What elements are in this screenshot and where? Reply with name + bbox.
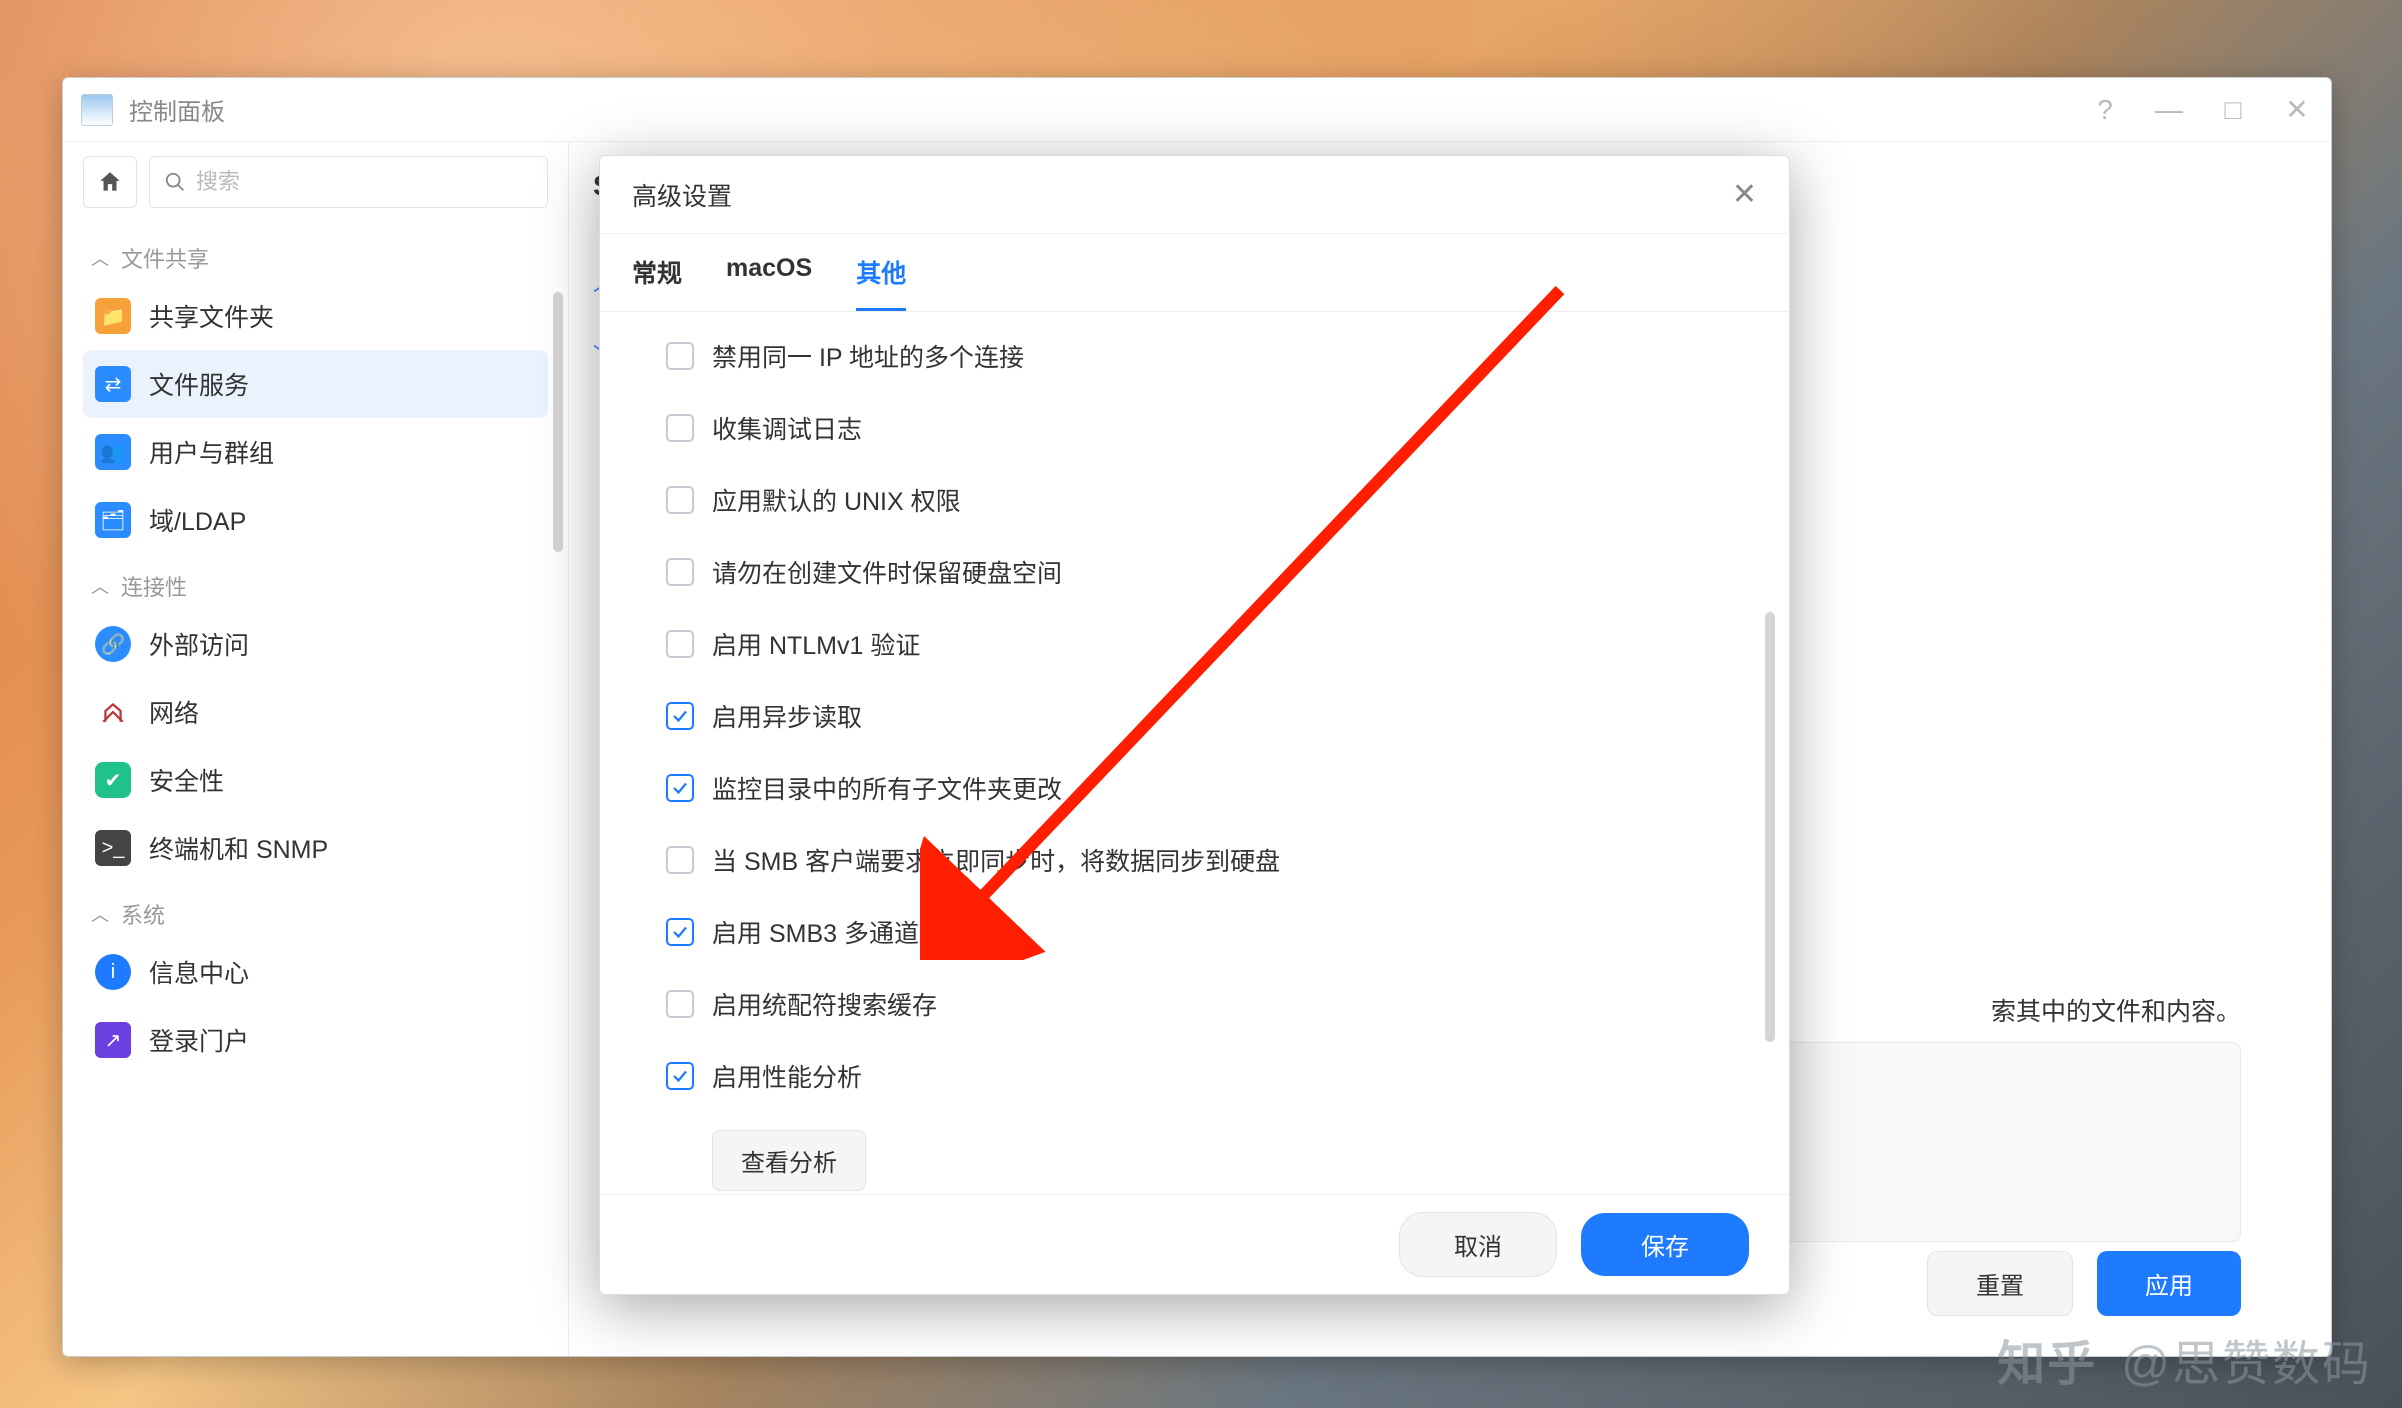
info-icon: i bbox=[95, 954, 131, 990]
option-row[interactable]: 应用默认的 UNIX 权限 bbox=[666, 482, 1749, 518]
sidebar-item-security[interactable]: ✔安全性 bbox=[83, 746, 548, 814]
close-icon[interactable]: ✕ bbox=[2281, 96, 2313, 124]
sidebar-item-terminal-snmp[interactable]: >_终端机和 SNMP bbox=[83, 814, 548, 882]
search-input-wrap[interactable] bbox=[149, 156, 548, 208]
shield-icon: ✔ bbox=[95, 762, 131, 798]
checkbox[interactable] bbox=[666, 1062, 694, 1090]
domain-icon: 🗂 bbox=[95, 502, 131, 538]
save-button[interactable]: 保存 bbox=[1581, 1213, 1749, 1276]
sidebar-item-shared-folder[interactable]: 📁共享文件夹 bbox=[83, 282, 548, 350]
option-label: 启用性能分析 bbox=[712, 1058, 862, 1094]
option-row[interactable]: 启用 NTLMv1 验证 bbox=[666, 626, 1749, 662]
option-label: 启用异步读取 bbox=[712, 698, 862, 734]
sidebar-item-info-center[interactable]: i信息中心 bbox=[83, 938, 548, 1006]
option-row[interactable]: 启用 SMB3 多通道 bbox=[666, 914, 1749, 950]
chevron-up-icon: ︿ bbox=[91, 573, 109, 599]
sidebar: ︿文件共享 📁共享文件夹 ⇄文件服务 👥用户与群组 🗂域/LDAP ︿连接性 🔗… bbox=[63, 142, 569, 1356]
option-row[interactable]: 启用性能分析 bbox=[666, 1058, 1749, 1094]
option-label: 请勿在创建文件时保留硬盘空间 bbox=[712, 554, 1062, 590]
sidebar-item-file-services[interactable]: ⇄文件服务 bbox=[83, 350, 548, 418]
option-label: 启用 SMB3 多通道 bbox=[712, 914, 919, 950]
sidebar-scrollbar[interactable] bbox=[553, 292, 563, 552]
option-row[interactable]: 收集调试日志 bbox=[666, 410, 1749, 446]
sidebar-group-system[interactable]: ︿系统 bbox=[83, 882, 548, 938]
terminal-icon: >_ bbox=[95, 830, 131, 866]
modal-title: 高级设置 bbox=[632, 177, 732, 213]
reset-button[interactable]: 重置 bbox=[1927, 1251, 2073, 1316]
search-icon bbox=[164, 171, 186, 193]
option-label: 启用 NTLMv1 验证 bbox=[712, 626, 920, 662]
option-row[interactable]: 启用异步读取 bbox=[666, 698, 1749, 734]
option-row[interactable]: 禁用同一 IP 地址的多个连接 bbox=[666, 338, 1749, 374]
checkbox[interactable] bbox=[666, 486, 694, 514]
file-services-icon: ⇄ bbox=[95, 366, 131, 402]
option-row[interactable]: 当 SMB 客户端要求立即同步时，将数据同步到硬盘 bbox=[666, 842, 1749, 878]
checkbox[interactable] bbox=[666, 918, 694, 946]
titlebar: 控制面板 ? — □ ✕ bbox=[63, 78, 2331, 142]
maximize-icon[interactable]: □ bbox=[2217, 96, 2249, 124]
modal-close-icon[interactable]: ✕ bbox=[1732, 177, 1757, 212]
checkbox[interactable] bbox=[666, 414, 694, 442]
checkbox[interactable] bbox=[666, 774, 694, 802]
tab-other[interactable]: 其他 bbox=[856, 254, 906, 311]
minimize-icon[interactable]: — bbox=[2153, 96, 2185, 124]
view-analysis-button[interactable]: 查看分析 bbox=[712, 1130, 866, 1191]
home-button[interactable] bbox=[83, 156, 137, 208]
apply-button[interactable]: 应用 bbox=[2097, 1251, 2241, 1316]
search-input[interactable] bbox=[196, 169, 533, 195]
option-label: 监控目录中的所有子文件夹更改 bbox=[712, 770, 1062, 806]
checkbox[interactable] bbox=[666, 846, 694, 874]
network-icon bbox=[95, 694, 131, 730]
checkbox[interactable] bbox=[666, 558, 694, 586]
option-row[interactable]: 启用统配符搜索缓存 bbox=[666, 986, 1749, 1022]
sidebar-item-network[interactable]: 网络 bbox=[83, 678, 548, 746]
watermark-author: @思赞数码 bbox=[2121, 1324, 2372, 1394]
sidebar-item-users-groups[interactable]: 👥用户与群组 bbox=[83, 418, 548, 486]
advanced-settings-modal: 高级设置 ✕ 常规 macOS 其他 禁用同一 IP 地址的多个连接收集调试日志… bbox=[599, 155, 1790, 1295]
checkbox[interactable] bbox=[666, 990, 694, 1018]
checkbox[interactable] bbox=[666, 630, 694, 658]
cancel-button[interactable]: 取消 bbox=[1399, 1212, 1557, 1277]
checkbox[interactable] bbox=[666, 342, 694, 370]
option-label: 应用默认的 UNIX 权限 bbox=[712, 482, 961, 518]
option-row[interactable]: 监控目录中的所有子文件夹更改 bbox=[666, 770, 1749, 806]
content-hint-text: 索其中的文件和内容。 bbox=[1991, 992, 2241, 1028]
option-label: 启用统配符搜索缓存 bbox=[712, 986, 937, 1022]
modal-scrollbar[interactable] bbox=[1765, 612, 1775, 1042]
folder-icon: 📁 bbox=[95, 298, 131, 334]
external-access-icon: 🔗 bbox=[95, 626, 131, 662]
chevron-up-icon: ︿ bbox=[91, 245, 109, 271]
sidebar-group-connectivity[interactable]: ︿连接性 bbox=[83, 554, 548, 610]
portal-icon: ↗ bbox=[95, 1022, 131, 1058]
help-icon[interactable]: ? bbox=[2089, 96, 2121, 124]
sidebar-item-domain-ldap[interactable]: 🗂域/LDAP bbox=[83, 486, 548, 554]
option-label: 禁用同一 IP 地址的多个连接 bbox=[712, 338, 1024, 374]
option-row[interactable]: 请勿在创建文件时保留硬盘空间 bbox=[666, 554, 1749, 590]
app-icon bbox=[81, 94, 113, 126]
watermark: 知乎 @思赞数码 bbox=[1997, 1324, 2372, 1394]
users-icon: 👥 bbox=[95, 434, 131, 470]
sidebar-item-external-access[interactable]: 🔗外部访问 bbox=[83, 610, 548, 678]
chevron-up-icon: ︿ bbox=[91, 901, 109, 927]
sidebar-group-filesharing[interactable]: ︿文件共享 bbox=[83, 226, 548, 282]
checkbox[interactable] bbox=[666, 702, 694, 730]
window-title: 控制面板 bbox=[129, 92, 225, 127]
tab-general[interactable]: 常规 bbox=[632, 254, 682, 311]
sidebar-item-login-portal[interactable]: ↗登录门户 bbox=[83, 1006, 548, 1074]
tab-macos[interactable]: macOS bbox=[726, 254, 812, 311]
option-label: 当 SMB 客户端要求立即同步时，将数据同步到硬盘 bbox=[712, 842, 1280, 878]
option-label: 收集调试日志 bbox=[712, 410, 862, 446]
watermark-logo: 知乎 bbox=[1997, 1324, 2097, 1394]
